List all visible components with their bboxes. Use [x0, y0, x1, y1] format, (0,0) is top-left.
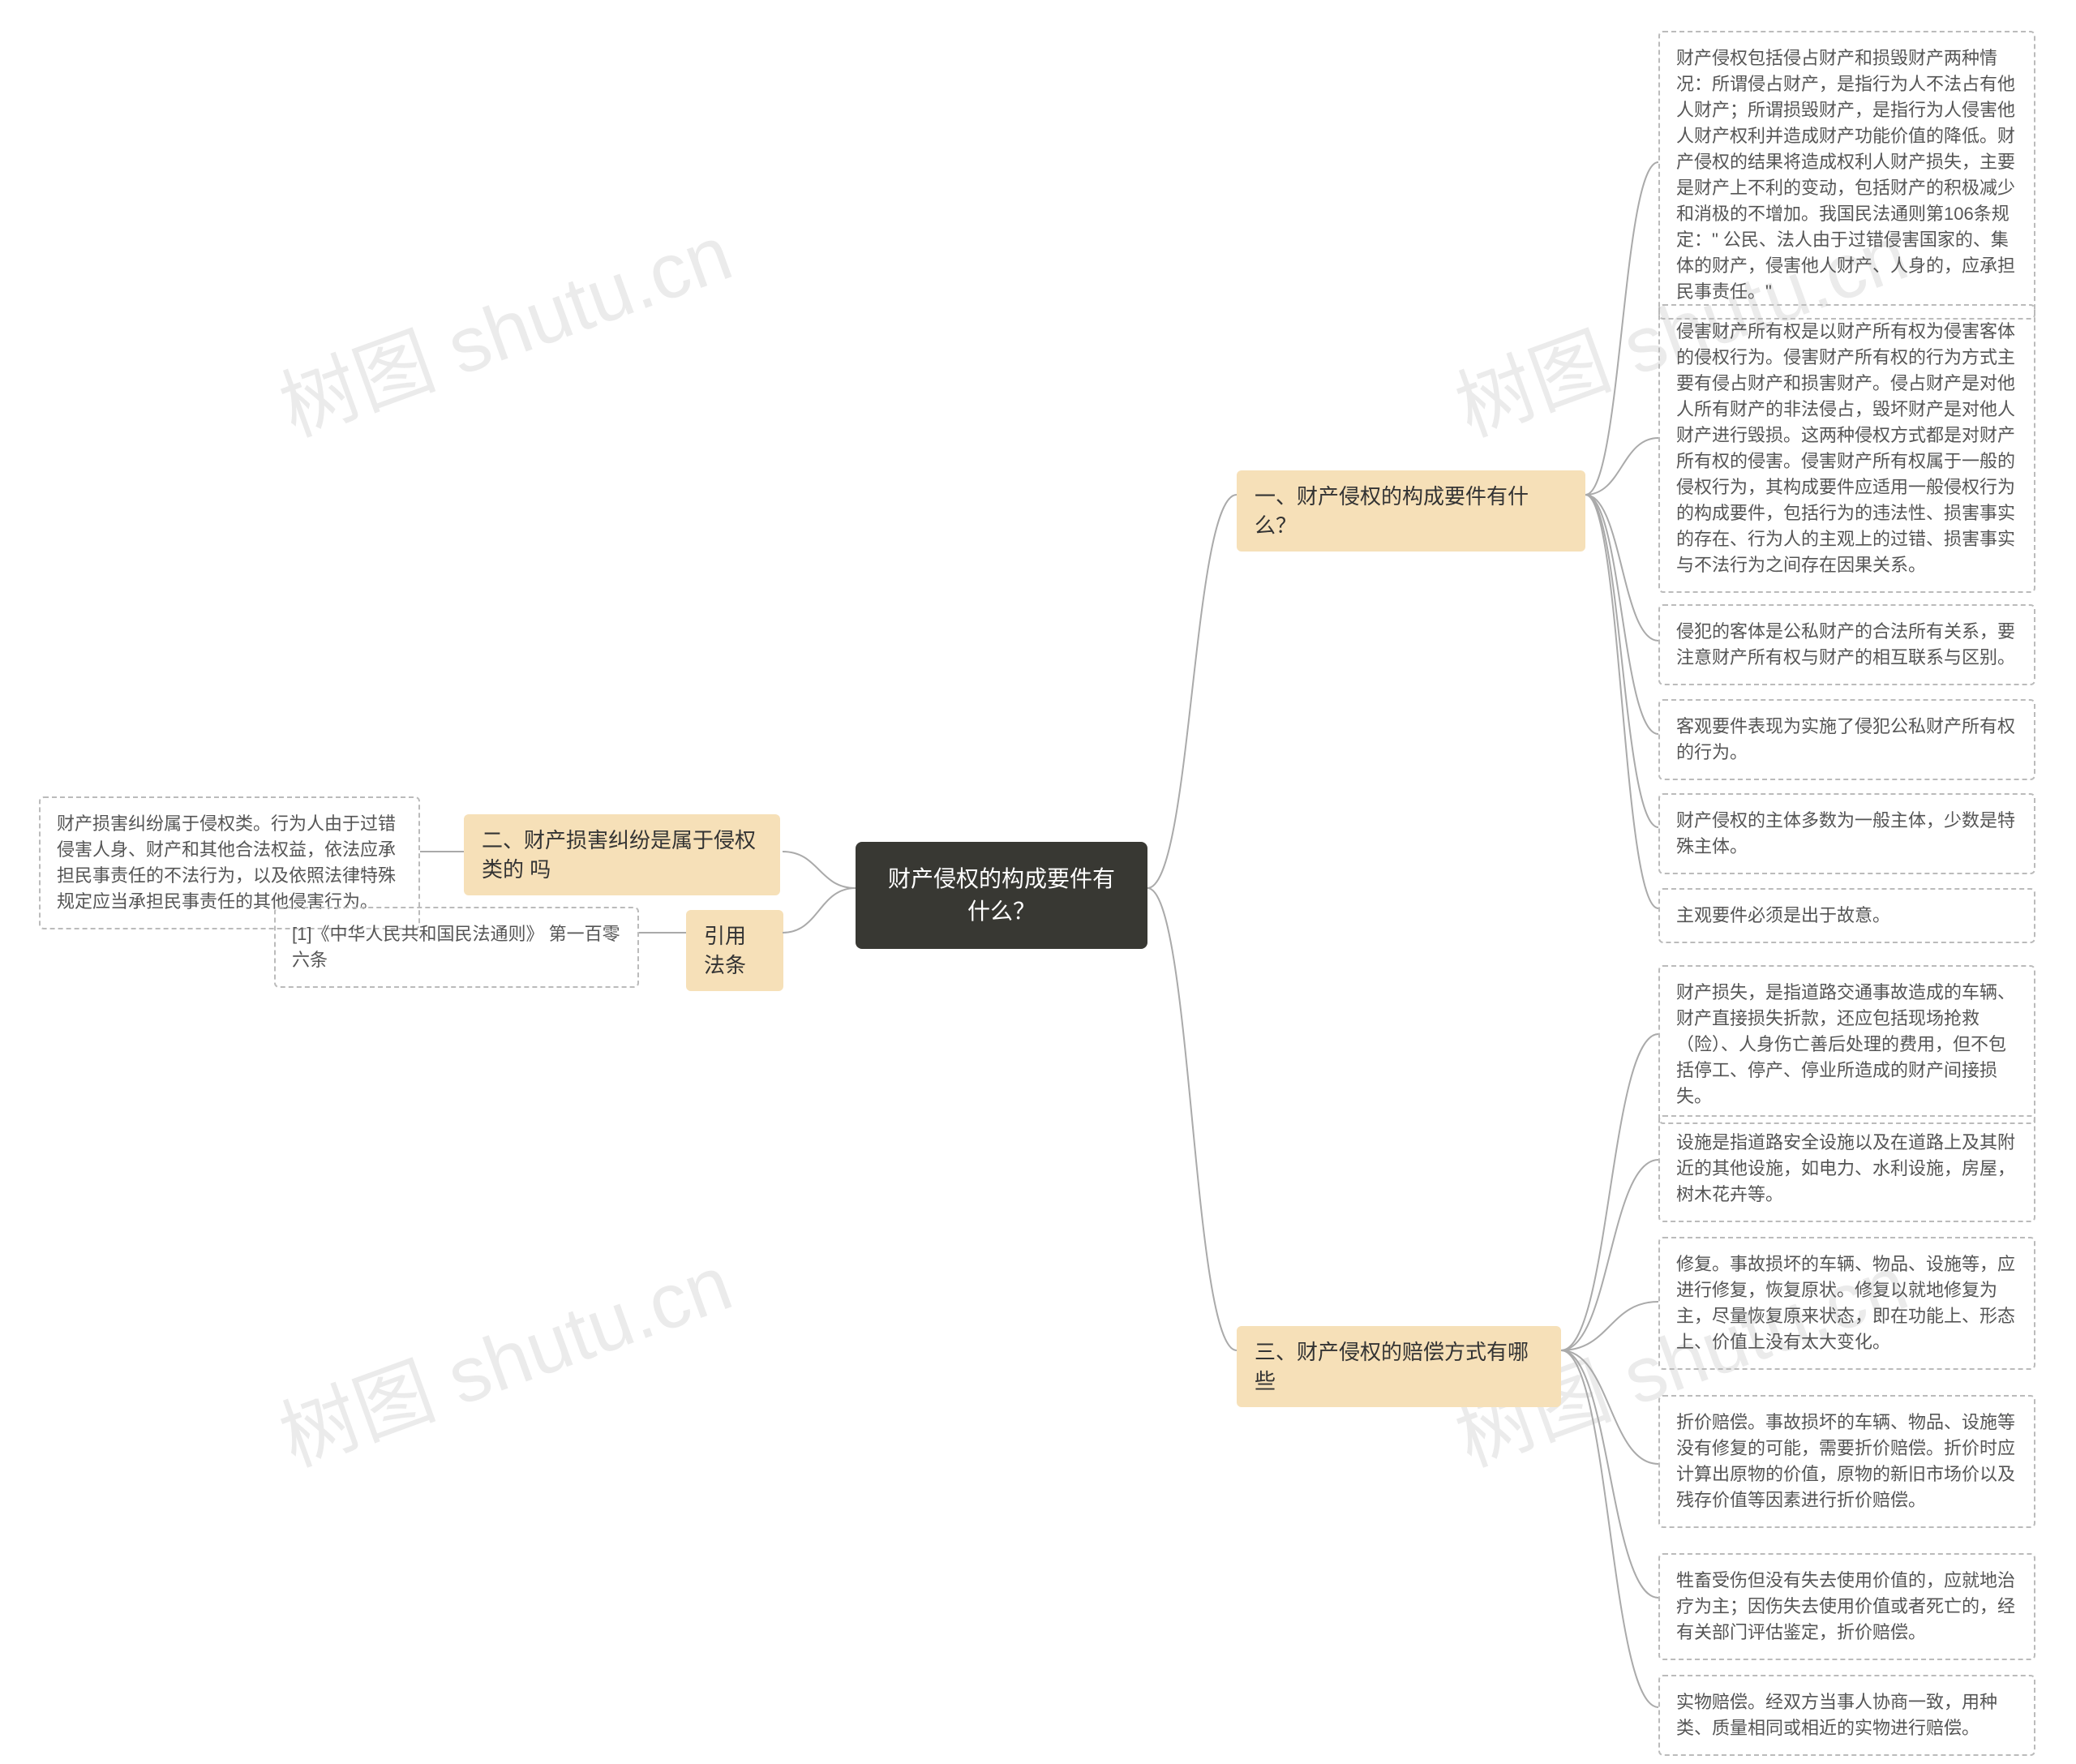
leaf-r2b: 设施是指道路安全设施以及在道路上及其附近的其他设施，如电力、水利设施，房屋，树木… — [1658, 1115, 2035, 1222]
leaf-r1c: 侵犯的客体是公私财产的合法所有关系，要注意财产所有权与财产的相互联系与区别。 — [1658, 604, 2035, 685]
leaf-r2f: 实物赔偿。经双方当事人协商一致，用种类、质量相同或相近的实物进行赔偿。 — [1658, 1675, 2035, 1756]
leaf-r1f: 主观要件必须是出于故意。 — [1658, 888, 2035, 943]
leaf-r1b: 侵害财产所有权是以财产所有权为侵害客体的侵权行为。侵害财产所有权的行为方式主要有… — [1658, 304, 2035, 593]
branch-l1[interactable]: 二、财产损害纠纷是属于侵权类的 吗 — [464, 814, 780, 895]
branch-r2[interactable]: 三、财产侵权的赔偿方式有哪些 — [1237, 1326, 1561, 1407]
leaf-r2d: 折价赔偿。事故损坏的车辆、物品、设施等没有修复的可能，需要折价赔偿。折价时应计算… — [1658, 1395, 2035, 1528]
watermark: 树图 shutu.cn — [263, 191, 744, 458]
watermark: 树图 shutu.cn — [263, 1221, 744, 1488]
leaf-r1e: 财产侵权的主体多数为一般主体，少数是特殊主体。 — [1658, 793, 2035, 874]
leaf-l2a: [1]《中华人民共和国民法通则》 第一百零六条 — [274, 907, 639, 988]
leaf-r2e: 牲畜受伤但没有失去使用价值的，应就地治疗为主；因伤失去使用价值或者死亡的，经有关… — [1658, 1553, 2035, 1660]
center-node[interactable]: 财产侵权的构成要件有什么？ — [856, 842, 1147, 949]
leaf-r2c: 修复。事故损坏的车辆、物品、设施等，应进行修复，恢复原状。修复以就地修复为主，尽… — [1658, 1237, 2035, 1370]
leaf-r1d: 客观要件表现为实施了侵犯公私财产所有权的行为。 — [1658, 699, 2035, 780]
branch-l2[interactable]: 引用法条 — [686, 910, 783, 991]
leaf-r2a: 财产损失，是指道路交通事故造成的车辆、财产直接损失折款，还应包括现场抢救（险）、… — [1658, 965, 2035, 1124]
branch-r1[interactable]: 一、财产侵权的构成要件有什么？ — [1237, 470, 1585, 552]
leaf-r1a: 财产侵权包括侵占财产和损毁财产两种情况：所谓侵占财产，是指行为人不法占有他人财产… — [1658, 31, 2035, 320]
